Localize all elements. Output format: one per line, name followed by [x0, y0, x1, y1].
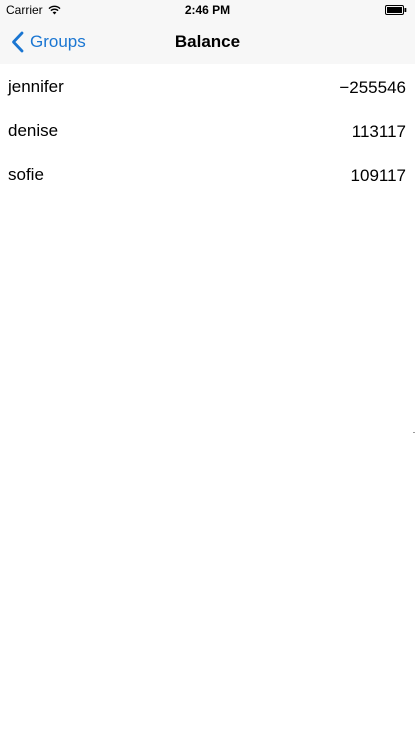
list-item[interactable]: jennifer −255546	[0, 64, 415, 108]
member-balance: 113117	[351, 122, 406, 141]
member-balance: −255546	[339, 78, 406, 97]
list-item[interactable]: denise 113117	[0, 108, 415, 152]
member-name: denise	[8, 121, 59, 140]
member-name: jennifer	[8, 77, 64, 96]
battery-full-icon	[385, 5, 407, 15]
member-balance: 109117	[350, 166, 406, 185]
status-time: 2:46 PM	[184, 3, 231, 17]
list-item[interactable]: sofie 109117	[0, 152, 415, 196]
chevron-left-icon	[12, 31, 24, 53]
back-button-label: Groups	[30, 32, 86, 51]
back-button[interactable]: Groups	[11, 20, 86, 64]
navigation-bar: Groups Balance	[0, 20, 415, 64]
status-bar: Carrier 2:46 PM	[0, 0, 415, 20]
member-name: sofie	[8, 165, 44, 184]
balance-list: jennifer −255546 denise 113117 sofie 109…	[0, 64, 415, 196]
